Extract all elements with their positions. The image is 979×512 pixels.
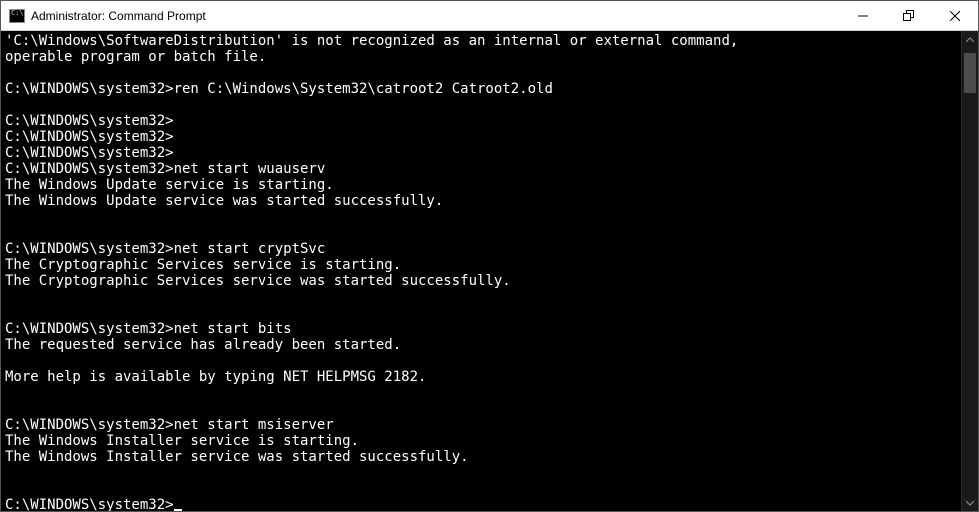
restore-button[interactable]: [886, 1, 932, 30]
scroll-up-button[interactable]: [962, 31, 978, 48]
scroll-thumb[interactable]: [964, 53, 976, 93]
restore-icon: [903, 10, 915, 22]
titlebar[interactable]: Administrator: Command Prompt: [1, 1, 978, 31]
vertical-scrollbar[interactable]: [961, 31, 978, 511]
close-button[interactable]: [932, 1, 978, 30]
console-output[interactable]: 'C:\Windows\SoftwareDistribution' is not…: [1, 31, 961, 511]
window-title: Administrator: Command Prompt: [31, 9, 840, 23]
minimize-icon: [858, 11, 868, 21]
scroll-down-button[interactable]: [962, 494, 978, 511]
console-area: 'C:\Windows\SoftwareDistribution' is not…: [1, 31, 978, 511]
chevron-up-icon: [966, 37, 974, 43]
window-controls: [840, 1, 978, 30]
cmd-icon: [9, 9, 25, 23]
minimize-button[interactable]: [840, 1, 886, 30]
close-icon: [950, 11, 960, 21]
text-cursor: [174, 509, 182, 511]
chevron-down-icon: [966, 500, 974, 506]
